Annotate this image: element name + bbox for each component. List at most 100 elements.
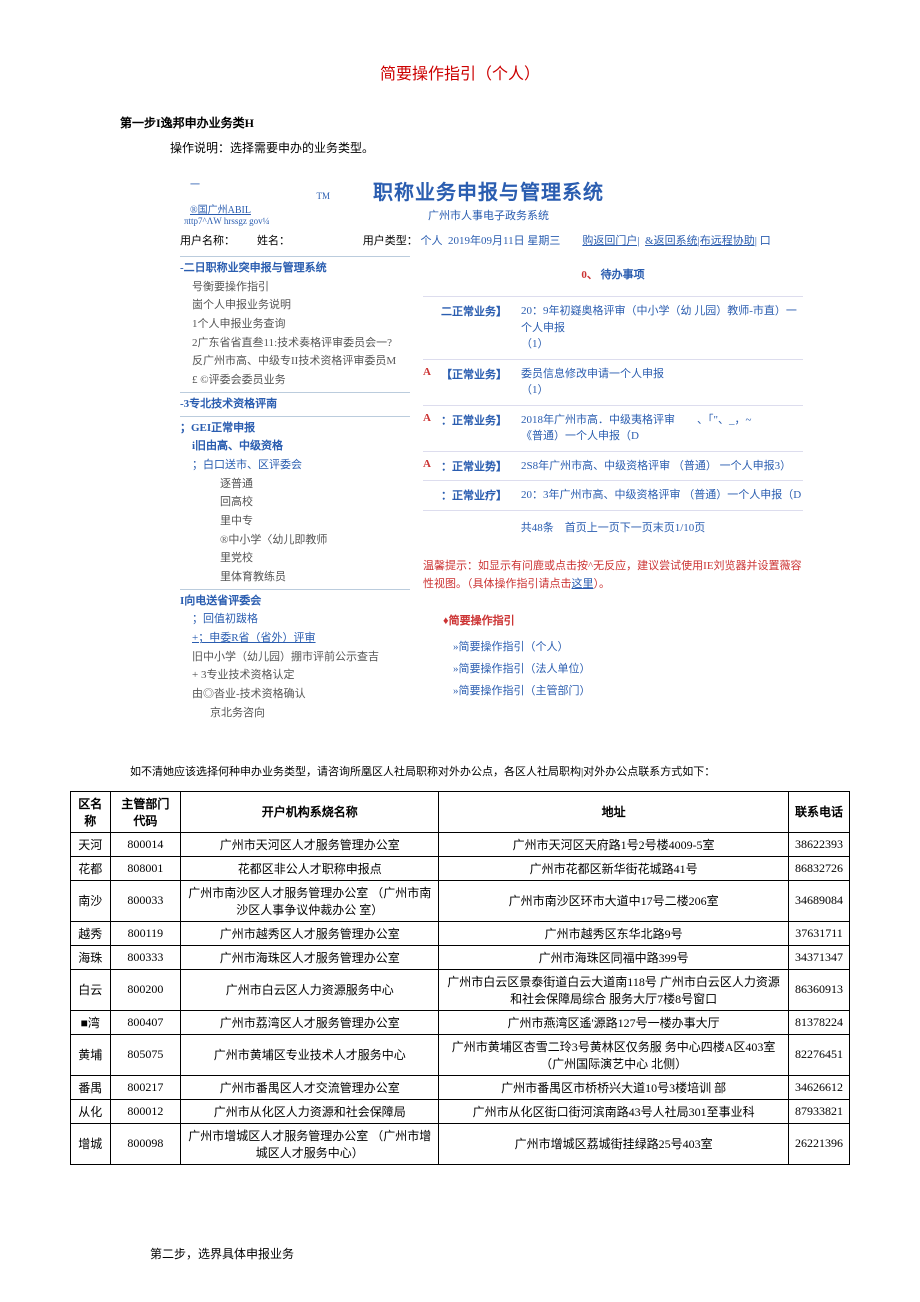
sidebar-item[interactable]: ；回值初跋格 <box>192 610 410 629</box>
table-cell: 广州市番禺区人才交流管理办公室 <box>181 1075 439 1099</box>
pending-row[interactable]: A：正常业势】2S8年广州市高、中级资格评审 （普通） 一个人申报3） <box>423 451 803 481</box>
sidebar-item[interactable]: 号衡要操作指引 <box>192 278 410 297</box>
sidebar-item[interactable]: +；申委R省（省外）评审 <box>192 629 410 648</box>
box-icon: 口 <box>760 235 771 247</box>
sidebar-section-1[interactable]: -二日职称业突申报与管理系统 <box>180 256 410 278</box>
table-cell: 广州市从化区街口街河滨南路43号人社局301至事业科 <box>439 1099 789 1123</box>
table-cell: 87933821 <box>788 1099 849 1123</box>
row-desc: 2S8年广州市高、中级资格评审 （普通） 一个人申报3） <box>521 458 803 475</box>
row-kind: 二正常业务】 <box>441 303 521 319</box>
guide-link[interactable]: »简要操作指引（主管部门） <box>453 682 803 698</box>
row-badge: A <box>423 366 441 378</box>
username-label: 用户名称： <box>180 235 235 247</box>
sidebar-item[interactable]: i旧由高、中级资格 <box>192 437 410 456</box>
table-cell: 800119 <box>110 921 181 945</box>
sidebar-item[interactable]: ®中小学〈幼儿即教师 <box>220 531 410 550</box>
table-cell: 广州市海珠区同福中路399号 <box>439 945 789 969</box>
sidebar-item[interactable]: 逐普通 <box>220 475 410 494</box>
table-cell: 38622393 <box>788 832 849 856</box>
pending-row[interactable]: A：正常业务】2018年广州市高．中级夷格评审 、「"、_，~《普通）一个人申报… <box>423 405 803 451</box>
table-cell: 800407 <box>110 1010 181 1034</box>
table-row: 海珠800333广州市海珠区人才服务管理办公室广州市海珠区同福中路399号343… <box>71 945 850 969</box>
usertype-label: 用户类型： <box>363 235 418 247</box>
table-cell: 34626612 <box>788 1075 849 1099</box>
table-cell: 广州市南沙区人才服务管理办公室 （广州市南沙区人事争议仲裁办公 室） <box>181 880 439 921</box>
table-row: 南沙800033广州市南沙区人才服务管理办公室 （广州市南沙区人事争议仲裁办公 … <box>71 880 850 921</box>
date-value: 2019年09月11日 星期三 <box>448 235 560 247</box>
pending-row[interactable]: ：正常业疗】20：3年广州市高、中级资格评审 （普通）一个人申报（D <box>423 480 803 510</box>
logo-url: πttp7^ΛW hrssgz gov¼ <box>184 216 340 226</box>
user-bar: 用户名称： 姓名： 用户类型： 个人 2019年09月11日 星期三 购返回门户… <box>180 232 820 248</box>
row-desc: 20：3年广州市高、中级资格评审 （普通）一个人申报（D <box>521 487 803 504</box>
return-system-link[interactable]: &返回系统|布远程协助| <box>645 235 757 247</box>
table-cell: 越秀 <box>71 921 111 945</box>
table-cell: 广州市增城区荔城街挂绿路25号403室 <box>439 1123 789 1164</box>
sidebar-section-2[interactable]: -3专北技术资格评南 <box>180 392 410 414</box>
table-cell: 广州市增城区人才服务管理办公室 （广州市增城区人才服务中心） <box>181 1123 439 1164</box>
usertype-value: 个人 <box>421 235 443 247</box>
sidebar-item[interactable]: ；白⼝送市、区评委会 <box>192 456 410 475</box>
table-cell: 86832726 <box>788 856 849 880</box>
sidebar-item[interactable]: + 3专业技术资格认定 <box>192 666 410 685</box>
name-label: 姓名： <box>257 235 290 247</box>
table-header: 主管部门代码 <box>110 791 181 832</box>
table-cell: 广州市白云区景泰街道白云大道南118号 广州市白云区人力资源和社会保障局综合 服… <box>439 969 789 1010</box>
system-subtitle: 广州市人事电子政务系统 <box>373 207 604 223</box>
sidebar-item[interactable]: 京北务咨向 <box>210 704 410 723</box>
return-portal-link[interactable]: 购返回门户| <box>582 235 639 247</box>
sidebar-item[interactable]: 里体育教练员 <box>220 568 410 587</box>
sidebar-item[interactable]: 由◎沓业-技术资格确认 <box>192 685 410 704</box>
sidebar-item[interactable]: 回高校 <box>220 493 410 512</box>
table-cell: ■湾 <box>71 1010 111 1034</box>
sidebar-item[interactable]: 里中专 <box>220 512 410 531</box>
table-cell: 34371347 <box>788 945 849 969</box>
table-cell: 南沙 <box>71 880 111 921</box>
table-cell: 800217 <box>110 1075 181 1099</box>
table-row: ■湾800407广州市荔湾区人才服务管理办公室广州市燕湾区遙'源路127号一楼办… <box>71 1010 850 1034</box>
table-cell: 广州市海珠区人才服务管理办公室 <box>181 945 439 969</box>
app-screenshot-area: 一 TM ®国广州ABIL πttp7^ΛW hrssgz gov¼ 职称业务申… <box>180 176 820 723</box>
table-cell: 800014 <box>110 832 181 856</box>
pending-text: 待办事项 <box>601 269 645 281</box>
guide-link[interactable]: »简要操作指引（法人单位） <box>453 660 803 676</box>
sidebar-item[interactable]: £ ©评委会委员业务 <box>192 371 410 390</box>
contact-table: 区名称主管部门代码开户机构系烧名称地址联系电话 天河800014广州市天河区人才… <box>70 791 850 1165</box>
table-row: 从化800012广州市从化区人力资源和社会保障局广州市从化区街口街河滨南路43号… <box>71 1099 850 1123</box>
sidebar-item[interactable]: 1个人申报业务查询 <box>192 315 410 334</box>
sidebar-item[interactable]: 反广州市高、中级专II技术资格评审委员M <box>192 352 410 371</box>
logo-line1: 一 <box>190 176 340 191</box>
guide-link[interactable]: »简要操作指引（个人） <box>453 638 803 654</box>
table-cell: 800200 <box>110 969 181 1010</box>
pager[interactable]: 共48条 首页上一页下一页末页1/10页 <box>423 510 803 543</box>
table-cell: 广州市越秀区人才服务管理办公室 <box>181 921 439 945</box>
table-cell: 广州市荔湾区人才服务管理办公室 <box>181 1010 439 1034</box>
pending-num: 0、 <box>581 269 598 281</box>
sidebar-item[interactable]: 崮个人申报业务说明 <box>192 296 410 315</box>
guide-heading: ♦简要操作指引 <box>443 612 803 628</box>
table-row: 增城800098广州市增城区人才服务管理办公室 （广州市增城区人才服务中心）广州… <box>71 1123 850 1164</box>
pending-row[interactable]: A【正常业务】委员信息修改申请一个人申报（1） <box>423 359 803 405</box>
table-row: 天河800014广州市天河区人才服务管理办公室广州市天河区天府路1号2号楼400… <box>71 832 850 856</box>
sidebar-section-4[interactable]: I向电送省评委会 <box>180 589 410 611</box>
table-cell: 广州市燕湾区遙'源路127号一楼办事大厅 <box>439 1010 789 1034</box>
sidebar-item[interactable]: 2广东省省直叁11:技术奏格评审委员会一? <box>192 334 410 353</box>
table-cell: 广州市黄埔区专业技术人才服务中心 <box>181 1034 439 1075</box>
consult-text: 如不清她应该选择何种申办业务类型，请咨询所凰区人社局职称对外办公点，各区人社局职… <box>130 763 790 779</box>
hint-link-here[interactable]: 这里 <box>572 578 594 590</box>
table-cell: 广州市黄埔区杏雪二玲3号黄林区仅务服 务中心四楼A区403室（广州国际演艺中心 … <box>439 1034 789 1075</box>
row-kind: 【正常业务】 <box>441 366 521 382</box>
sidebar-nav: -二日职称业突申报与管理系统 号衡要操作指引 崮个人申报业务说明 1个人申报业务… <box>180 254 410 723</box>
row-desc: 委员信息修改申请一个人申报（1） <box>521 366 803 399</box>
table-row: 越秀800119广州市越秀区人才服务管理办公室广州市越秀区东华北路9号37631… <box>71 921 850 945</box>
table-row: 番禺800217广州市番禺区人才交流管理办公室广州市番禺区市桥桥兴大道10号3楼… <box>71 1075 850 1099</box>
sidebar-item[interactable]: 旧中小学（幼儿园）掤市评前公示查吉 <box>192 648 410 667</box>
table-cell: 花都 <box>71 856 111 880</box>
sidebar-item[interactable]: 里党校 <box>220 549 410 568</box>
table-cell: 800098 <box>110 1123 181 1164</box>
pending-row[interactable]: 二正常业务】20：9年初嶷奥格评审（中小学（幼 儿园）教师-市直）一个人申报（1… <box>423 296 803 359</box>
doc-title: 简要操作指引（个人） <box>50 60 870 84</box>
table-cell: 26221396 <box>788 1123 849 1164</box>
sidebar-section-3[interactable]: ；GEI正常申报 <box>180 416 410 438</box>
table-cell: 从化 <box>71 1099 111 1123</box>
system-title: 职称业务申报与管理系统 <box>373 176 604 205</box>
